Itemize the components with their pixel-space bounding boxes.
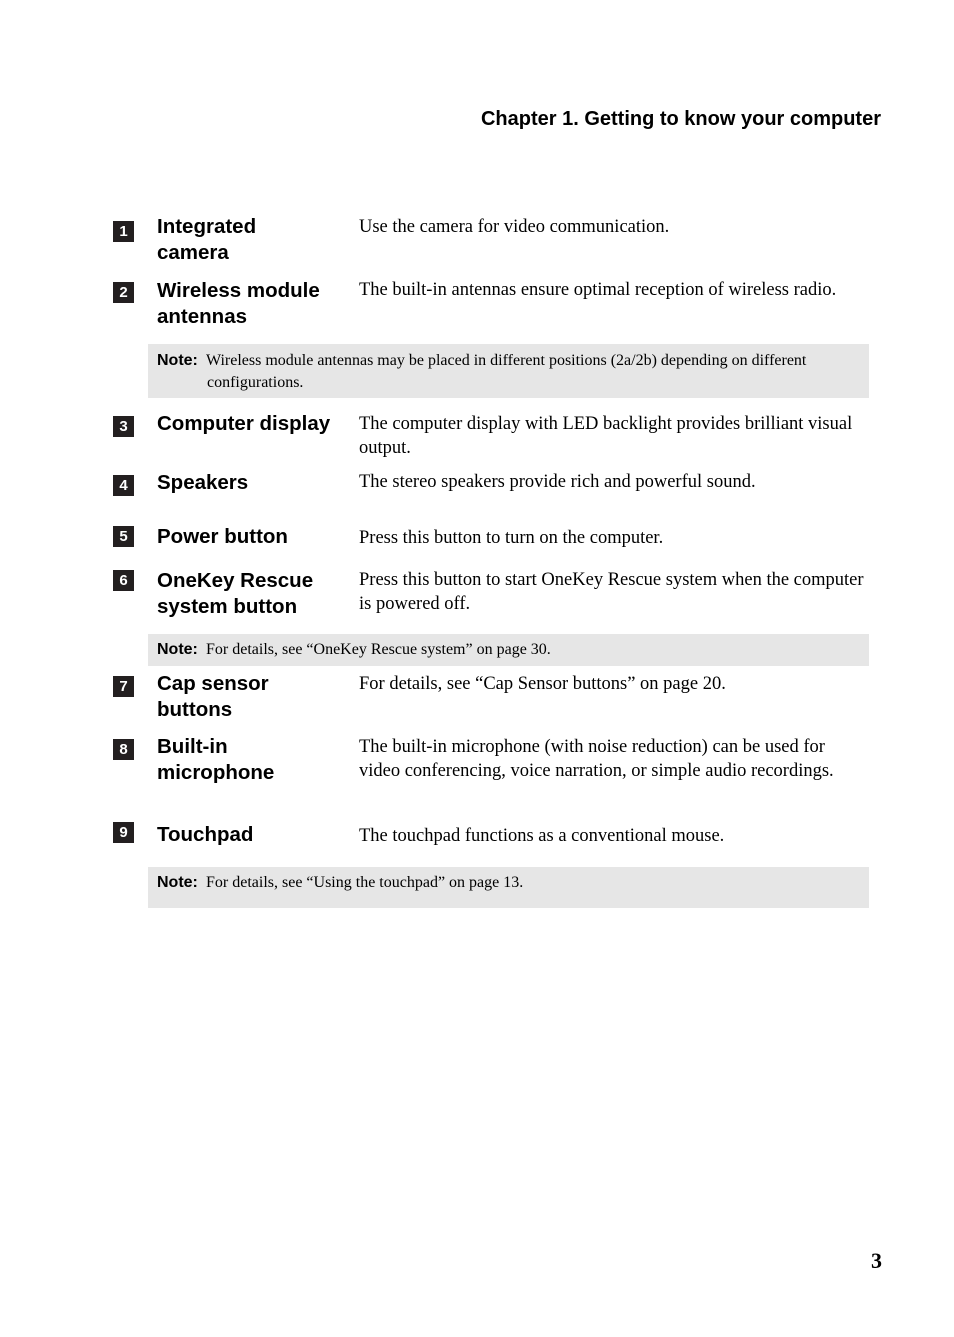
item-number-badge: 1 (113, 221, 134, 242)
note-label: Note: (157, 641, 198, 658)
item-number-badge: 9 (113, 822, 134, 843)
note-box: Note: Wireless module antennas may be pla… (148, 344, 869, 398)
item-number-badge: 8 (113, 739, 134, 760)
item-description: The built-in microphone (with noise redu… (359, 737, 834, 781)
item-term: Built-in microphone (157, 735, 275, 784)
item-term: Integrated camera (157, 215, 257, 264)
item-number-badge: 2 (113, 282, 134, 303)
note-label: Note: (157, 874, 198, 891)
note-text: Wireless module antennas may be placed i… (206, 352, 807, 391)
item-description: Press this button to start OneKey Rescue… (359, 570, 864, 614)
note-text-block: Note: For details, see “Using the touchpa… (157, 872, 859, 894)
note-text-block: Note: Wireless module antennas may be pla… (157, 350, 859, 394)
item-term: OneKey Rescue system button (157, 569, 314, 618)
item-term: Cap sensor buttons (157, 672, 269, 721)
note-box: Note: For details, see “Using the touchpa… (148, 867, 869, 908)
item-description: The computer display with LED backlight … (359, 414, 853, 458)
item-number-badge: 5 (113, 526, 134, 547)
note-text-block: Note: For details, see “OneKey Rescue sys… (157, 639, 859, 661)
item-description: Press this button to turn on the compute… (359, 528, 664, 548)
item-term: Touchpad (157, 823, 254, 846)
item-description: The stereo speakers provide rich and pow… (359, 472, 756, 492)
item-description: Use the camera for video communication. (359, 217, 670, 237)
note-text: For details, see “OneKey Rescue system” … (206, 641, 551, 658)
item-term: Wireless module antennas (157, 279, 320, 328)
item-description: The touchpad functions as a conventional… (359, 826, 725, 846)
item-number-badge: 3 (113, 416, 134, 437)
item-number-badge: 7 (113, 676, 134, 697)
item-description: For details, see “Cap Sensor buttons” on… (359, 674, 726, 694)
item-number-badge: 4 (113, 475, 134, 496)
item-term: Power button (157, 525, 288, 548)
item-description: The built-in antennas ensure optimal rec… (359, 280, 837, 300)
note-box: Note: For details, see “OneKey Rescue sys… (148, 634, 869, 666)
item-term: Speakers (157, 471, 249, 494)
page-number: 3 (871, 1248, 882, 1273)
note-label: Note: (157, 352, 198, 369)
item-term: Computer display (157, 412, 331, 435)
note-text: For details, see “Using the touchpad” on… (206, 874, 524, 891)
item-number-badge: 6 (113, 570, 134, 591)
chapter-title: Chapter 1. Getting to know your computer (480, 108, 881, 130)
